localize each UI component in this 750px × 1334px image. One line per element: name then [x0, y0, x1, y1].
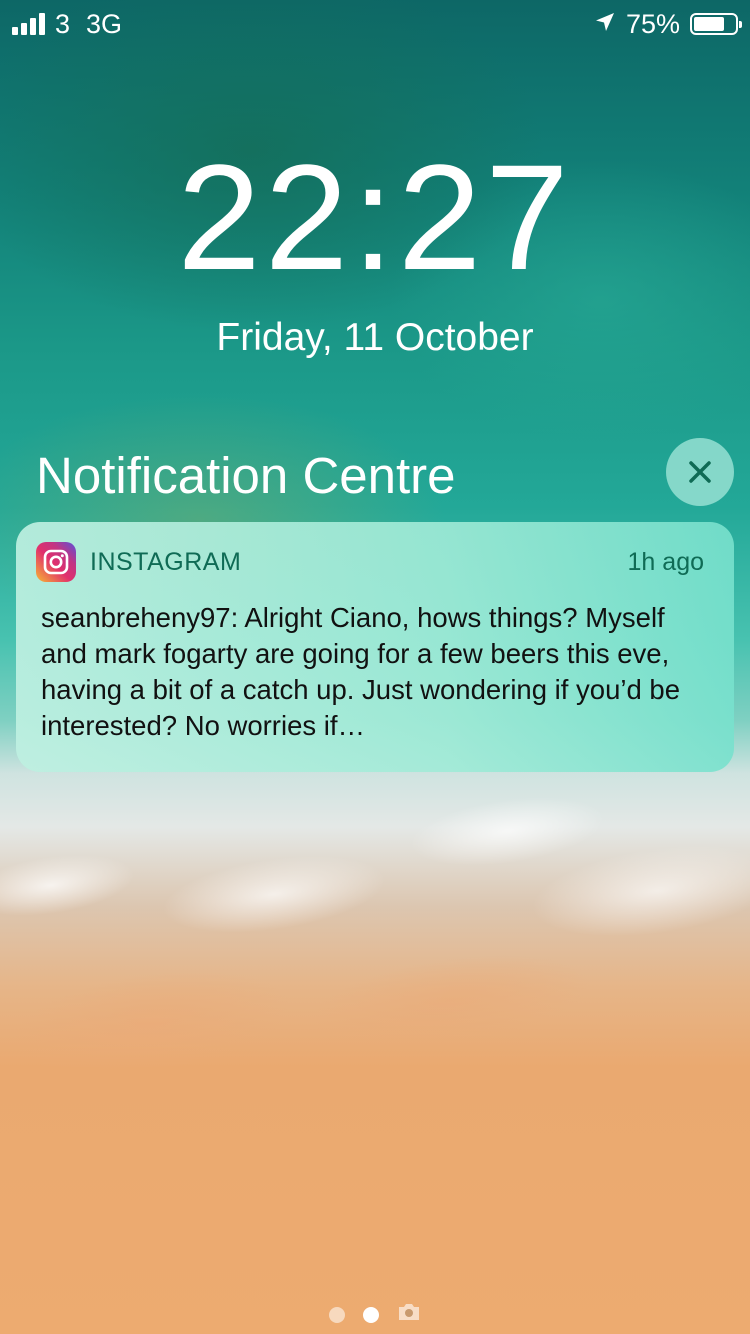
notification-time: 1h ago — [627, 547, 704, 576]
lock-date: Friday, 11 October — [216, 316, 534, 359]
battery-level — [694, 17, 724, 31]
notification-message: seanbreheny97: Alright Ciano, hows thing… — [41, 602, 681, 741]
page-dot-active[interactable] — [363, 1306, 379, 1323]
page-indicator — [0, 1302, 750, 1327]
lock-screen: 3 3G 75% 22:27 Friday, 11 October Notifi… — [0, 0, 750, 1334]
battery-icon — [690, 13, 742, 35]
close-icon — [689, 461, 711, 483]
status-left: 3 3G — [12, 9, 122, 40]
status-right: 75% — [594, 8, 742, 40]
notification-header: INSTAGRAM 1h ago — [36, 542, 704, 582]
instagram-icon — [36, 542, 76, 582]
network-type: 3G — [86, 8, 123, 39]
notification-app-name: INSTAGRAM — [90, 547, 242, 576]
battery-percent: 75% — [625, 8, 680, 39]
notification-card[interactable]: INSTAGRAM 1h ago seanbreheny97: Alright … — [16, 522, 734, 772]
camera-icon[interactable] — [397, 1302, 421, 1327]
status-bar: 3 3G 75% — [0, 0, 750, 48]
notification-app-info: INSTAGRAM — [36, 542, 241, 582]
page-dot[interactable] — [329, 1306, 345, 1323]
notification-centre-title: Notification Centre — [36, 447, 456, 504]
carrier-name: 3 — [55, 8, 71, 39]
signal-icon — [12, 13, 45, 35]
lock-clock: 22:27 — [177, 133, 573, 301]
location-arrow-icon — [594, 9, 616, 40]
clear-notifications-button[interactable] — [666, 438, 734, 506]
